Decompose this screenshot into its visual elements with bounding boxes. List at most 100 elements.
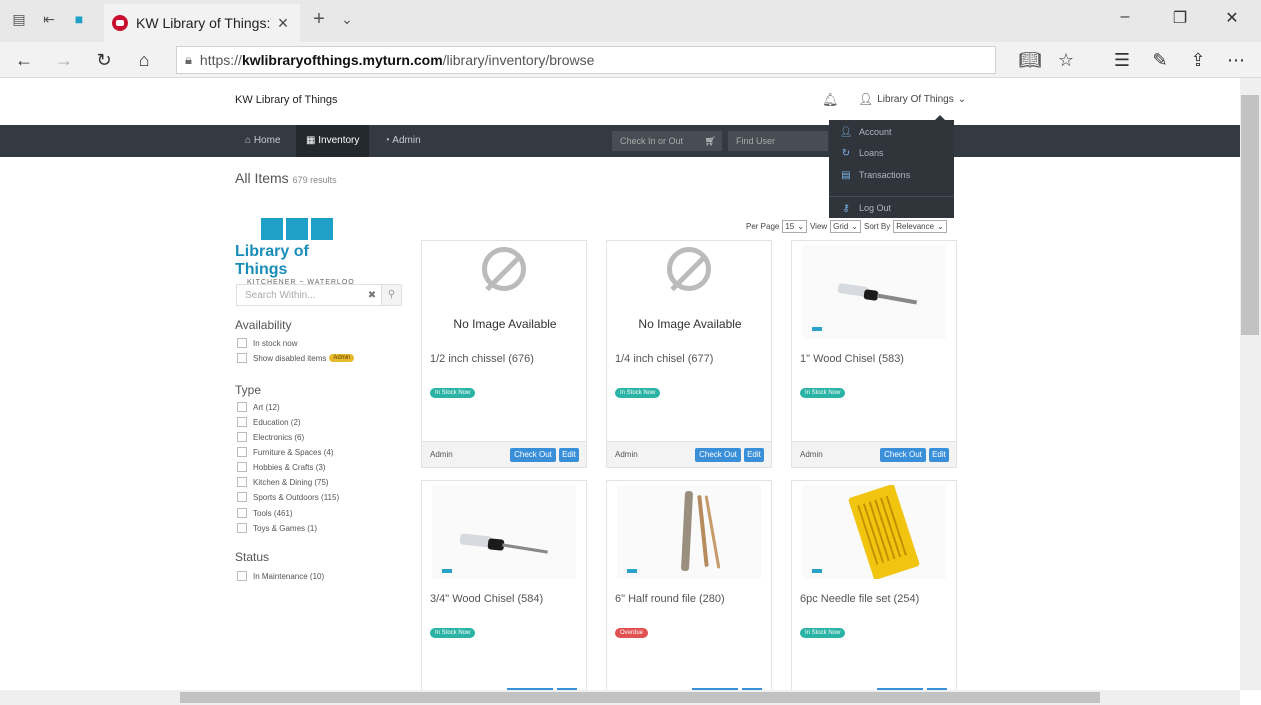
tab-list-chevron-icon[interactable]: ⌄ [338,10,356,28]
filter-in-stock[interactable]: In stock now [237,337,297,349]
filter-type[interactable]: Toys & Games (1) [237,522,317,534]
close-tab-icon[interactable]: × [274,13,292,34]
edit-button[interactable]: Edit [929,448,949,462]
check-out-button[interactable]: Check Out [510,448,556,462]
filter-type[interactable]: Art (12) [237,401,280,413]
item-card[interactable]: 3/4" Wood Chisel (584) In Stock Now [421,480,587,690]
item-title[interactable]: 6pc Needle file set (254) [800,593,919,605]
checkbox[interactable] [237,508,247,518]
filter-status[interactable]: In Maintenance (10) [237,570,324,582]
bell-icon[interactable]: 🔔︎ [822,92,839,108]
restore-icon[interactable]: ❐ [1160,8,1200,28]
pen-notes-icon[interactable]: ✎ [1148,48,1172,72]
results-heading: All Items 679 results [235,170,337,186]
more-icon[interactable]: ⋯ [1224,48,1248,72]
dropdown-transactions[interactable]: ▤ Transactions [829,165,954,185]
checkbox[interactable] [237,338,247,348]
checkbox[interactable] [237,447,247,457]
nav-inventory[interactable]: ▦ Inventory [296,125,370,157]
checkbox[interactable] [237,402,247,412]
minimize-icon[interactable]: – [1105,8,1145,26]
site-name[interactable]: KW Library of Things [235,94,338,106]
type-heading: Type [235,383,262,397]
item-card[interactable]: 6" Half round file (280) Overdue [606,480,772,690]
item-title[interactable]: 1" Wood Chisel (583) [800,353,904,365]
refresh-icon[interactable]: ↻ [92,48,116,72]
set-aside-tabs-icon[interactable]: ■ [70,10,88,28]
item-title[interactable]: 3/4" Wood Chisel (584) [430,593,543,605]
filter-type[interactable]: Electronics (6) [237,431,304,443]
horizontal-scroll-thumb[interactable] [180,692,1100,703]
nav-inventory-label: Inventory [318,135,360,146]
item-photo[interactable] [802,245,946,339]
check-out-button[interactable]: Check Out [880,448,926,462]
admin-link[interactable]: Admin [430,450,453,459]
close-window-icon[interactable]: ✕ [1212,8,1252,28]
vertical-scroll-thumb[interactable] [1241,95,1259,335]
dropdown-loans[interactable]: ↻ Loans [829,143,954,163]
item-photo[interactable] [432,485,576,579]
filter-type[interactable]: Furniture & Spaces (4) [237,446,333,458]
checkbox[interactable] [237,417,247,427]
search-within-input[interactable]: Search Within... [237,290,363,301]
favorite-star-icon[interactable]: ☆ [1054,48,1078,72]
checkbox[interactable] [237,353,247,363]
filter-type[interactable]: Education (2) [237,416,301,428]
item-title[interactable]: 1/2 inch chissel (676) [430,353,534,365]
share-icon[interactable]: ⇪ [1186,48,1210,72]
search-within-field[interactable]: Search Within... ✖ ⚲ [236,284,402,306]
item-title[interactable]: 1/4 inch chisel (677) [615,353,713,365]
filter-type[interactable]: Tools (461) [237,507,293,519]
user-dropdown-menu: 👤︎ Account ↻ Loans ▤ Transactions ⚷ Log Out [829,115,954,218]
filter-show-disabled[interactable]: Show disabled items Admin [237,352,355,364]
nav-home[interactable]: ⌂ Home [235,125,291,157]
dropdown-logout[interactable]: ⚷ Log Out [829,198,954,218]
checkbox[interactable] [237,432,247,442]
item-photo[interactable] [802,485,946,579]
find-user-input[interactable]: Find User [728,131,828,151]
key-icon: ⚷ [842,202,850,214]
item-card[interactable]: No Image Available 1/4 inch chisel (677)… [606,240,772,468]
view-label: View [809,222,828,231]
sort-select[interactable]: Relevance ⌄ [893,220,947,233]
item-photo[interactable] [617,485,761,579]
checkbox[interactable] [237,462,247,472]
check-out-button[interactable]: Check Out [695,448,741,462]
tab-back-icon[interactable]: ⇤ [40,10,58,28]
item-card[interactable]: 1" Wood Chisel (583) In Stock Now Admin … [791,240,957,468]
nav-admin[interactable]: ◔ Admin [374,125,431,157]
admin-link[interactable]: Admin [800,450,823,459]
filter-type[interactable]: Hobbies & Crafts (3) [237,461,325,473]
checkbox[interactable] [237,523,247,533]
filter-label: In Maintenance (10) [253,571,325,581]
library-logo[interactable]: Library of Things KITCHENER ~ WATERLOO [235,218,365,286]
url-field[interactable]: 🔒︎ https:// kwlibraryofthings.myturn.com… [176,46,996,74]
new-tab-icon[interactable]: + [310,9,328,29]
reading-view-icon[interactable]: 📖︎ [1018,48,1042,72]
cart-icon[interactable]: 🛒︎ [705,131,716,151]
per-page-select[interactable]: 15 ⌄ [782,220,807,233]
item-title[interactable]: 6" Half round file (280) [615,593,725,605]
dropdown-account[interactable]: 👤︎ Account [829,122,954,142]
back-arrow-icon[interactable]: ← [12,48,36,72]
item-card[interactable]: 6pc Needle file set (254) In Stock Now [791,480,957,690]
favorites-list-icon[interactable]: ☰ [1110,48,1134,72]
tab-active[interactable]: KW Library of Things: In × [104,4,300,42]
edit-button[interactable]: Edit [744,448,764,462]
view-select[interactable]: Grid ⌄ [830,220,861,233]
checkbox[interactable] [237,571,247,581]
home-icon[interactable]: ⌂ [132,48,156,72]
admin-link[interactable]: Admin [615,450,638,459]
filter-type[interactable]: Kitchen & Dining (75) [237,476,329,488]
checkbox[interactable] [237,492,247,502]
checkbox[interactable] [237,477,247,487]
checkin-input[interactable]: Check In or Out 🛒︎ [612,131,722,151]
filter-type[interactable]: Sports & Outdoors (115) [237,491,339,503]
search-icon[interactable]: ⚲ [381,285,401,305]
tab-actions-icon[interactable]: ▤ [10,10,28,28]
forward-arrow-icon[interactable]: → [52,48,76,72]
item-card[interactable]: No Image Available 1/2 inch chissel (676… [421,240,587,468]
user-menu-toggle[interactable]: 👤︎ Library Of Things ⌄ [858,92,966,106]
edit-button[interactable]: Edit [559,448,579,462]
clear-icon[interactable]: ✖ [363,290,381,301]
